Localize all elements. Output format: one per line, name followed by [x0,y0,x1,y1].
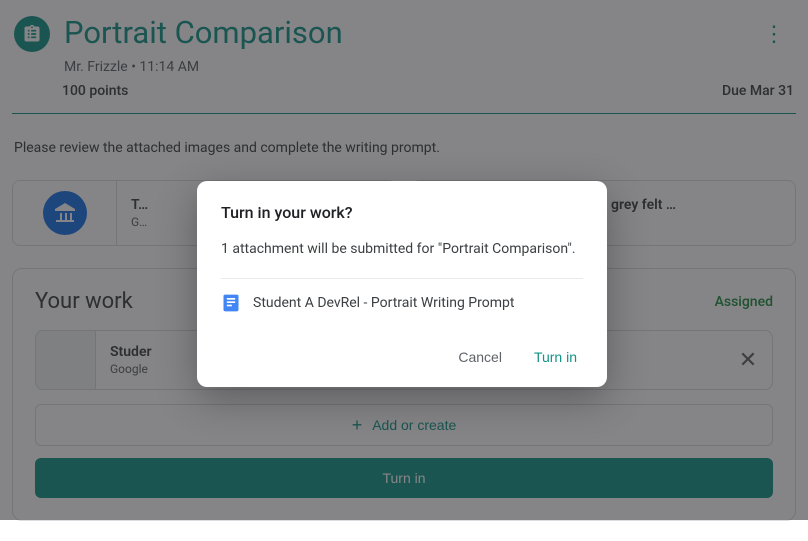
turn-in-dialog: Turn in your work? 1 attachment will be … [197,181,607,387]
docs-icon [221,293,241,313]
dialog-attachment-name: Student A DevRel - Portrait Writing Prom… [253,295,514,311]
divider [221,278,583,279]
cancel-button[interactable]: Cancel [452,341,508,373]
dialog-actions: Cancel Turn in [221,341,583,373]
dialog-body: 1 attachment will be submitted for "Port… [221,240,583,260]
dialog-title: Turn in your work? [221,203,583,222]
dialog-attachment-row: Student A DevRel - Portrait Writing Prom… [221,293,583,313]
confirm-turn-in-button[interactable]: Turn in [528,341,583,373]
